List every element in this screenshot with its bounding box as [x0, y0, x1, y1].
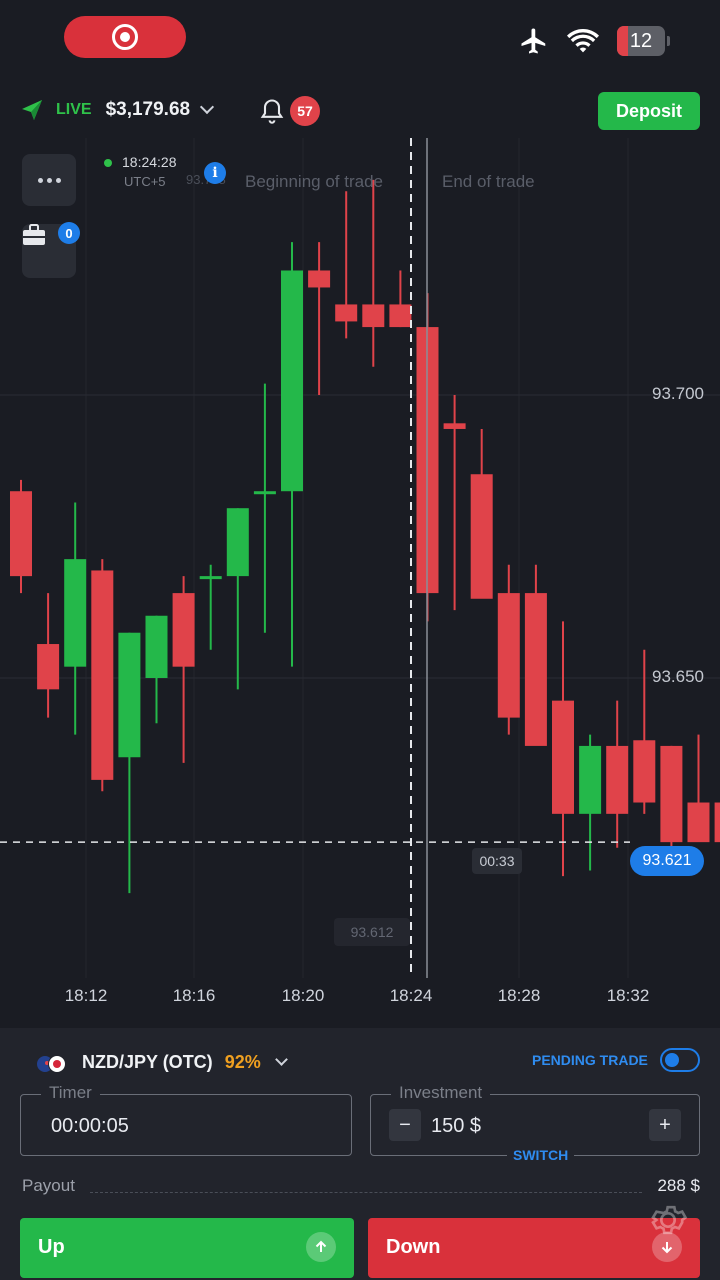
candle: [389, 304, 412, 328]
trade-end-label: End of trade: [442, 172, 535, 191]
status-icons: 12: [519, 26, 670, 56]
timer-value: 00:00:05: [51, 1115, 129, 1137]
candle: [64, 559, 87, 667]
trade-panel: NZD/JPY (OTC) 92% PENDING TRADE Timer 00…: [0, 1028, 720, 1280]
candle: [606, 745, 629, 814]
more-options-button[interactable]: [22, 154, 76, 206]
status-bar: 12: [0, 0, 720, 80]
switch-button[interactable]: SWITCH: [507, 1147, 575, 1163]
candle: [470, 474, 493, 599]
battery-icon: 12: [617, 26, 665, 56]
decrease-investment-button[interactable]: −: [389, 1109, 421, 1141]
deposit-button[interactable]: Deposit: [598, 92, 700, 130]
candle: [335, 304, 358, 322]
wifi-icon: [567, 29, 599, 53]
candle: [552, 700, 574, 814]
currency-flags-icon: [36, 1053, 68, 1073]
investment-label: Investment: [391, 1083, 491, 1103]
time-axis-label: 18:20: [281, 986, 325, 1005]
price-chart[interactable]: 0 18:24:28 UTC+5 93.708 i Beginning of t…: [0, 138, 720, 1028]
increase-investment-button[interactable]: +: [649, 1109, 681, 1141]
candle: [633, 740, 656, 803]
candle: [443, 423, 466, 429]
send-icon: [22, 100, 42, 120]
pending-trade-label[interactable]: PENDING TRADE: [532, 1052, 648, 1068]
timer-field[interactable]: Timer 00:00:05: [20, 1083, 352, 1156]
time-axis-label: 18:28: [497, 986, 541, 1005]
time-axis-label: 18:24: [389, 986, 433, 1005]
investment-value: 150 $: [431, 1115, 482, 1137]
current-price-badge: 93.621: [630, 846, 704, 876]
candle: [10, 491, 32, 577]
app-header: LIVE $3,179.68 57 Deposit: [0, 80, 720, 142]
timer-label: Timer: [41, 1083, 100, 1103]
time-axis-label: 18:32: [606, 986, 650, 1005]
candle: [37, 644, 60, 690]
open-trades-badge: 0: [58, 222, 80, 244]
down-button-label: Down: [386, 1236, 441, 1258]
candle: [281, 270, 303, 492]
payout-value: 288 $: [657, 1176, 700, 1195]
pending-trade-toggle[interactable]: [660, 1048, 700, 1072]
asset-selector[interactable]: NZD/JPY (OTC) 92%: [36, 1052, 288, 1073]
battery-level: 12: [629, 29, 653, 52]
candle: [172, 593, 195, 667]
candle: [660, 745, 683, 843]
candle: [687, 802, 710, 843]
candle: [118, 632, 141, 758]
trade-begin-label: Beginning of trade: [245, 172, 383, 191]
candle: [226, 508, 249, 577]
candlestick-chart: [0, 138, 720, 978]
up-button[interactable]: Up: [20, 1218, 354, 1278]
candle: [524, 593, 547, 746]
divider: [90, 1192, 642, 1193]
candle: [308, 270, 331, 288]
arrow-up-icon: [306, 1232, 336, 1262]
candle: [579, 745, 602, 814]
chevron-down-icon: [274, 1053, 288, 1066]
account-selector[interactable]: LIVE $3,179.68: [20, 90, 240, 130]
time-axis-label: 18:12: [64, 986, 108, 1005]
record-icon: [112, 24, 138, 50]
low-price-label: 93.612: [334, 918, 410, 946]
payout-label: Payout: [22, 1176, 75, 1195]
account-mode: LIVE: [56, 101, 92, 118]
candle: [714, 802, 720, 843]
asset-payout-percent: 92%: [224, 1052, 261, 1072]
account-balance: $3,179.68: [105, 99, 191, 120]
gear-icon: [651, 1205, 688, 1235]
chevron-down-icon: [200, 99, 215, 115]
investment-field[interactable]: Investment − 150 $ + SWITCH: [370, 1083, 700, 1163]
airplane-icon: [521, 28, 546, 54]
info-icon[interactable]: i: [204, 162, 226, 184]
time-axis-label: 18:16: [172, 986, 216, 1005]
price-axis-label: 93.700: [652, 384, 704, 403]
candle: [91, 570, 114, 780]
notification-badge: 57: [290, 96, 320, 126]
screen-record-button[interactable]: [64, 16, 186, 58]
timezone-label: UTC+5: [124, 174, 166, 189]
candle: [199, 576, 222, 580]
up-button-label: Up: [38, 1236, 65, 1258]
candle: [253, 491, 276, 495]
briefcase-icon: [23, 224, 45, 245]
candle: [145, 615, 168, 678]
bell-icon[interactable]: [258, 96, 286, 126]
asset-name: NZD/JPY (OTC): [82, 1052, 213, 1072]
price-axis-label: 93.650: [652, 667, 704, 686]
candle: [497, 593, 520, 718]
countdown-timer: 00:33: [472, 848, 522, 874]
server-time: 18:24:28: [104, 154, 177, 170]
candle: [362, 304, 385, 328]
